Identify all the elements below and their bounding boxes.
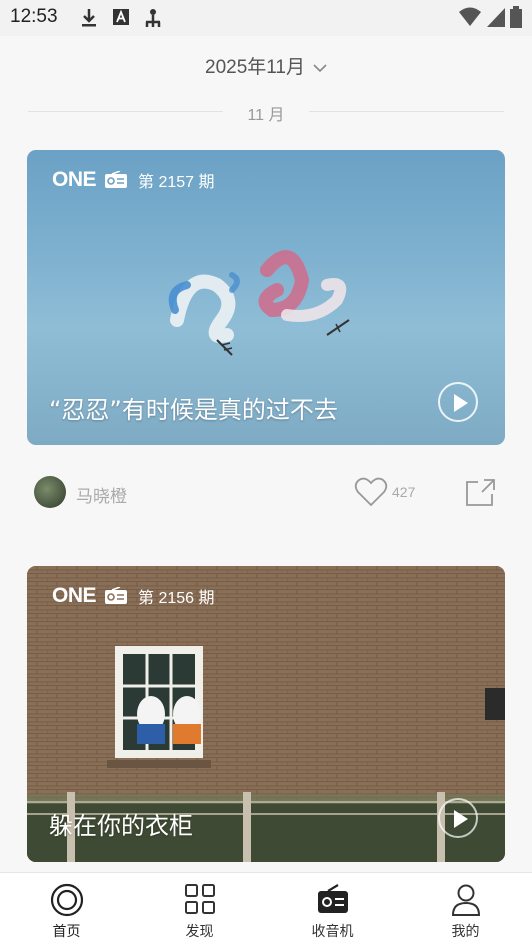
tab-label: 首页	[52, 924, 81, 940]
radio-icon	[105, 171, 128, 188]
issue-number: 第 2156 期	[138, 590, 215, 607]
share-icon[interactable]	[464, 476, 498, 508]
radio-card[interactable]: ONE 第 2157 期 “忍忍”有时候是真的过不去	[27, 150, 505, 445]
radio-icon	[317, 884, 348, 913]
radio-card[interactable]: ONE 第 2156 期 躲在你的衣柜	[27, 566, 505, 862]
status-time: 12:53	[10, 6, 58, 27]
home-icon	[50, 883, 83, 917]
download-icon	[82, 9, 96, 27]
bottom-tab-bar: 首页 发现 收音机 我的	[0, 872, 532, 947]
issue-number: 第 2157 期	[138, 174, 215, 191]
status-bar: 12:53	[0, 0, 532, 36]
author-name[interactable]: 马晓橙	[76, 482, 127, 507]
tab-me[interactable]: 我的	[399, 873, 532, 947]
heart-icon[interactable]	[354, 476, 388, 508]
status-right	[458, 6, 522, 28]
a-icon	[113, 9, 129, 25]
person-icon	[451, 884, 480, 916]
tree-icon	[145, 9, 161, 27]
avatar[interactable]	[34, 476, 66, 508]
play-button[interactable]	[438, 382, 478, 422]
battery-icon	[510, 6, 522, 28]
chevron-down-icon	[313, 64, 327, 73]
tab-label: 我的	[451, 924, 480, 940]
month-title: 2025年11月	[205, 57, 305, 78]
like-count: 427	[392, 484, 416, 500]
tab-home[interactable]: 首页	[0, 873, 133, 947]
card-title: 躲在你的衣柜	[49, 812, 193, 840]
tab-radio[interactable]: 收音机	[266, 873, 399, 947]
tab-label: 发现	[185, 924, 214, 940]
month-section-divider: 11 月	[28, 100, 504, 124]
month-selector[interactable]: 2025年11月	[0, 52, 532, 79]
tab-discover[interactable]: 发现	[133, 873, 266, 947]
card-meta-row: 马晓橙 427	[34, 472, 504, 512]
signal-icon	[487, 8, 505, 27]
grid-icon	[184, 884, 215, 914]
brand-logo: ONE	[52, 584, 97, 607]
wifi-icon	[459, 7, 481, 26]
tab-label: 收音机	[311, 924, 354, 940]
card-title: “忍忍”有时候是真的过不去	[49, 396, 338, 424]
brand-logo: ONE	[52, 168, 97, 191]
card-brand: ONE 第 2157 期	[52, 168, 215, 192]
month-section-label: 11 月	[247, 107, 285, 124]
play-button[interactable]	[438, 798, 478, 838]
card-brand: ONE 第 2156 期	[52, 584, 215, 608]
radio-icon	[105, 587, 128, 604]
